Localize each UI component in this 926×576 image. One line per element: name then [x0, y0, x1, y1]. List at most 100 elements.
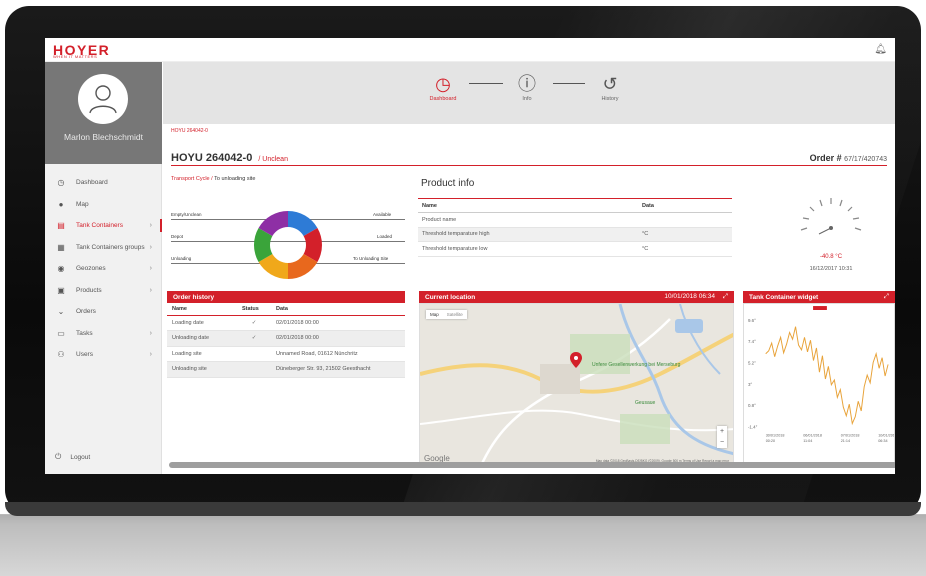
logout-button[interactable]: ⏻ Logout — [55, 452, 90, 462]
sidebar-item-users[interactable]: ⚇ Users › — [45, 344, 162, 366]
avatar[interactable] — [78, 74, 128, 124]
lane-right-label: Loaded — [377, 234, 393, 239]
table-row[interactable]: Unloading site Düneberger Str. 93, 21502… — [167, 361, 405, 378]
map-place-label-2: Geusaue — [635, 400, 656, 406]
y-tick-label: -1.4° — [748, 424, 758, 429]
table-row[interactable]: Loading date ✓ 02/01/2018 00:00 — [167, 315, 405, 331]
table-cell: Unloading date — [167, 330, 237, 347]
transport-cycle-donut[interactable] — [251, 208, 325, 282]
zoom-controls[interactable]: + − — [717, 426, 727, 448]
top-bar: HOYER WHEN IT MATTERS 🔔︎ — [45, 38, 895, 62]
table-row: Product name — [418, 212, 732, 228]
gauge-needle — [818, 227, 832, 235]
collapse-handle[interactable] — [813, 306, 827, 310]
table-cell: Düneberger Str. 93, 21502 Geesthacht — [271, 361, 405, 378]
widget-header: Tank Container widget ⤢ — [743, 291, 895, 303]
order-value[interactable]: 67/17/420743 — [844, 156, 887, 163]
lane-left-label: Unloading — [171, 256, 192, 261]
sidebar-item-dashboard[interactable]: ◷ Dashboard — [45, 172, 162, 194]
zoom-out-button[interactable]: − — [717, 437, 727, 448]
step-dashboard[interactable]: ◷ Dashboard — [413, 72, 473, 102]
lane-right-label: Available — [373, 212, 392, 217]
step-info[interactable]: ⓘ Info — [497, 72, 557, 102]
location-timestamp: 10/01/2018 06:34 ⤢ — [664, 293, 728, 301]
x-tick-label: 00:20 — [766, 439, 775, 443]
chevron-right-icon: › — [149, 243, 152, 251]
x-tick-label: 06/01/2018 — [803, 433, 822, 437]
column-header: Name — [418, 198, 638, 213]
logo-tagline: WHEN IT MATTERS — [53, 54, 98, 59]
table-row[interactable]: Unloading date ✓ 02/01/2018 00:00 — [167, 330, 405, 347]
sidebar-item-products[interactable]: ▣ Products › — [45, 280, 162, 302]
sidebar-item-label: Products — [76, 286, 102, 294]
table-cell: Product name — [418, 212, 638, 228]
sidebar-item-label: Tank Containers groups — [76, 243, 145, 251]
sidebar-item-tank-containers[interactable]: ▤ Tank Containers › — [45, 215, 162, 237]
tab-map[interactable]: Map — [426, 310, 443, 319]
logout-label: Logout — [70, 453, 91, 461]
expand-icon[interactable]: ⤢ — [723, 293, 728, 300]
chat-icon: ▭ — [57, 328, 65, 338]
table-cell: °C — [638, 241, 732, 257]
sidebar-item-tasks[interactable]: ▭ Tasks › — [45, 323, 162, 345]
lane-right-label: To Unloading Site — [353, 256, 389, 261]
sidebar-item-label: Orders — [76, 308, 96, 316]
table-row[interactable]: Loading site Unnamed Road, 01612 Nünchri… — [167, 346, 405, 362]
map-type-tabs: Map Satellite — [426, 310, 467, 319]
history-icon: ↺ — [602, 74, 618, 94]
series-line — [765, 326, 889, 426]
sidebar-item-map[interactable]: ● Map — [45, 194, 162, 216]
temperature-chart[interactable]: 9.6° 7.4° 5.2° 3° 0.8° -1.4° 30/01/2018 00:20 06… — [743, 303, 895, 467]
sidebar-item-tank-containers-groups[interactable]: ▦ Tank Containers groups › — [45, 237, 162, 259]
lane-left-label: Empty/Unclean — [171, 212, 202, 217]
title-divider — [171, 165, 887, 166]
location-map[interactable]: Unfere Gesellenwerkung bei Merseburg Geu… — [419, 303, 734, 467]
box-icon: ▣ — [57, 285, 65, 295]
lane-left-label: Depot — [171, 234, 184, 239]
order-number: Order # 67/17/420743 — [810, 153, 887, 163]
expand-icon[interactable]: ⤢ — [884, 293, 889, 301]
table-cell: Threshold temparature low — [418, 241, 638, 257]
view-stepper: ◷ Dashboard ⓘ Info ↺ History — [163, 62, 895, 124]
status-badge: / Unclean — [258, 156, 288, 163]
map-canvas[interactable]: Unfere Gesellenwerkung bei Merseburg Geu… — [420, 304, 734, 467]
column-header: Data — [638, 198, 732, 213]
sidebar-item-geozones[interactable]: ◉ Geozones › — [45, 258, 162, 280]
panel-title: Order history — [173, 293, 215, 301]
user-icon — [89, 85, 117, 114]
transport-cycle: Transport Cycle / To unloading site — [171, 176, 255, 182]
zoom-in-button[interactable]: + — [717, 426, 727, 437]
bell-icon[interactable]: 🔔︎ — [874, 44, 887, 55]
y-tick-label: 9.6° — [748, 318, 756, 323]
order-history-header: Order history — [167, 291, 405, 303]
gauge-timestamp: 16/12/2017 10:31 — [809, 266, 853, 272]
table-cell: Loading date — [167, 315, 237, 331]
column-header: Name — [167, 303, 237, 316]
y-tick-label: 0.8° — [748, 403, 756, 408]
main-content: ◷ Dashboard ⓘ Info ↺ History HOYU 264042… — [163, 62, 895, 474]
container-id: HOYU 264042-0 — [171, 152, 253, 164]
temperature-gauge — [800, 198, 862, 235]
table-row: Threshold temparature low °C — [418, 241, 732, 257]
horizontal-scrollbar[interactable] — [169, 462, 895, 468]
sidebar: Marlon Blechschmidt ◷ Dashboard ● Map ▤ Tank … — [45, 62, 162, 474]
table-cell: °C — [638, 227, 732, 242]
chevron-right-icon: › — [149, 286, 152, 294]
step-label: Info — [522, 96, 532, 102]
y-tick-label: 5.2° — [748, 360, 756, 365]
tab-satellite[interactable]: Satellite — [443, 310, 467, 319]
chevron-right-icon: › — [149, 351, 152, 359]
x-tick-label: 06:34 — [878, 439, 887, 443]
chevron-right-icon: › — [149, 265, 152, 273]
table-row: Threshold temparature high °C — [418, 227, 732, 242]
table-cell — [237, 346, 271, 362]
chevron-right-icon: › — [149, 329, 152, 337]
photo-frame: HOYER WHEN IT MATTERS 🔔︎ Marlon Blechsch… — [0, 0, 926, 576]
park-area — [620, 414, 670, 444]
table-cell: 02/01/2018 00:00 — [271, 315, 405, 331]
step-history[interactable]: ↺ History — [580, 72, 640, 102]
breadcrumb[interactable]: HOYU 264042-0 — [171, 128, 208, 134]
sidebar-item-orders[interactable]: ⌄ Orders — [45, 301, 162, 323]
urban-area — [540, 364, 580, 394]
table-cell: Loading site — [167, 346, 237, 362]
